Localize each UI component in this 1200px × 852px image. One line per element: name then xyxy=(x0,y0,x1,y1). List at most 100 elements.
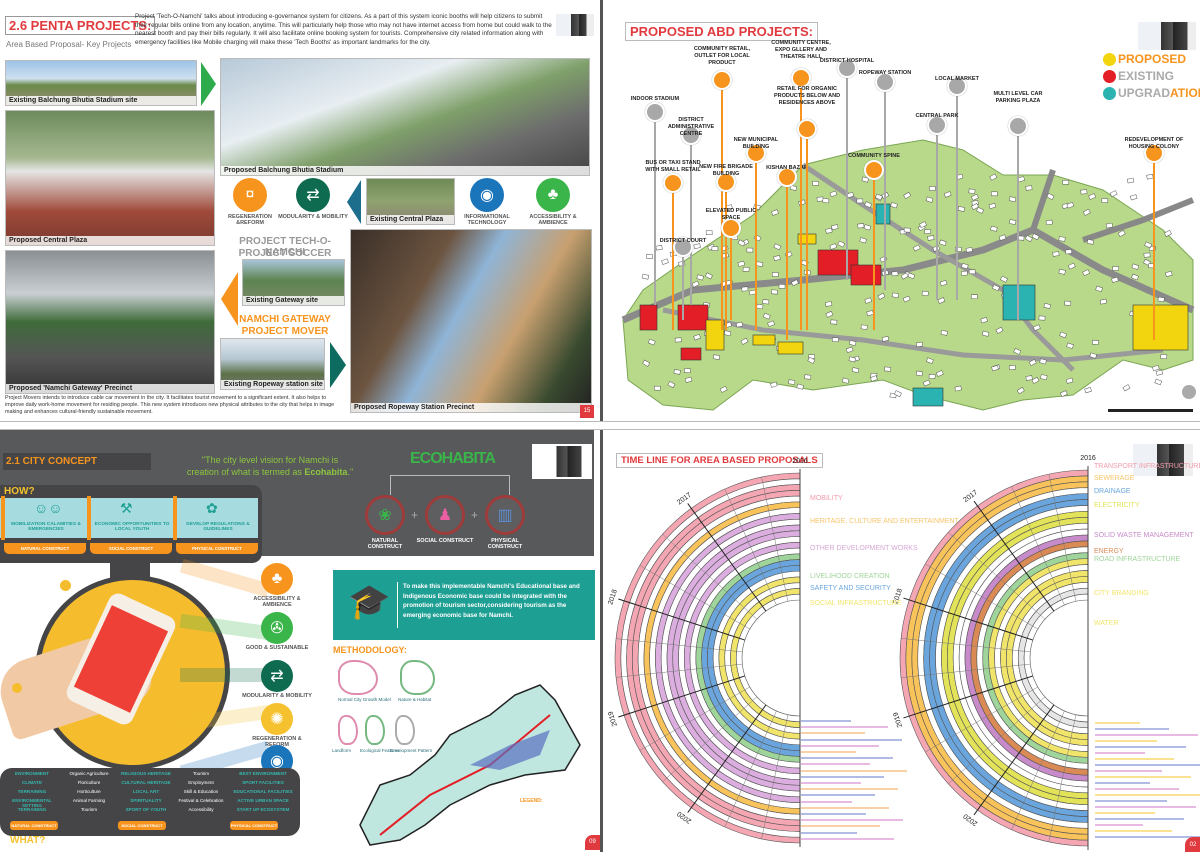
task-line xyxy=(801,831,857,834)
timeline-category: HERITAGE, CULTURE AND ENTERTAINMENT xyxy=(810,518,959,525)
building xyxy=(788,379,796,385)
building xyxy=(860,324,868,330)
what-item: Tourism xyxy=(192,771,210,776)
pin-line xyxy=(682,247,684,320)
plus-icon: + xyxy=(471,508,479,522)
task-line xyxy=(1095,758,1174,760)
photo-proposed-stadium: Proposed Balchung Bhutia Stadium xyxy=(220,58,590,176)
building xyxy=(746,247,754,253)
icon-label: ACCESSIBILITY & AMBIENCE xyxy=(253,596,301,608)
pin-line xyxy=(725,182,727,330)
what-item: SPIRITUALITY xyxy=(130,798,162,803)
timeline-category: SAFETY AND SECURITY xyxy=(810,585,891,592)
methodology-heading: METHODOLOGY: xyxy=(333,645,407,655)
building xyxy=(924,229,931,234)
tree-connector xyxy=(390,475,510,495)
building xyxy=(960,270,968,276)
what-item: Animal Farming xyxy=(72,798,106,803)
building xyxy=(1105,222,1113,229)
gear-icon: ✺ xyxy=(261,703,293,735)
map-pin-icon[interactable] xyxy=(864,160,884,180)
pin-label: KISHAN BAZAR xyxy=(766,165,808,171)
building xyxy=(965,247,973,253)
task-line xyxy=(801,813,866,815)
building xyxy=(957,206,965,212)
arrow-right-icon xyxy=(330,342,346,388)
task-line xyxy=(1095,740,1157,742)
landuse-block xyxy=(680,347,702,361)
building xyxy=(1122,384,1131,392)
logo xyxy=(532,444,592,479)
icon-label: INFORMATIONAL TECHNOLOGY xyxy=(464,214,510,226)
page-number: 02 xyxy=(1185,837,1200,852)
icon-label: ACCESSIBILITY & AMBIENCE xyxy=(529,214,577,226)
task-line xyxy=(1095,728,1169,730)
task-line xyxy=(801,782,861,784)
separator xyxy=(173,496,177,540)
building xyxy=(804,374,812,380)
pin-line xyxy=(721,80,723,330)
task-line xyxy=(1095,830,1172,832)
building xyxy=(1143,252,1151,258)
city-concept-page: 2.1 CITY CONCEPT "The city level vision … xyxy=(0,430,600,852)
task-line xyxy=(801,825,880,828)
construct-label: SOCIAL CONSTRUCT xyxy=(416,538,474,544)
what-tab[interactable]: NATURAL CONSTRUCT xyxy=(10,821,58,830)
pin-line xyxy=(755,153,757,330)
map-pin-icon[interactable] xyxy=(1008,116,1028,136)
what-item: EDUCATIONAL FACILITIES xyxy=(233,789,293,794)
year-label: 2019 xyxy=(892,711,904,728)
what-item: Skill & Education xyxy=(183,789,219,794)
building xyxy=(1045,219,1053,226)
map-pin-icon[interactable] xyxy=(663,173,683,193)
pin-label: MULTI LEVEL CAR PARKING PLAZA xyxy=(993,91,1043,104)
caption: Existing Gateway site xyxy=(243,296,344,305)
timeline-category: MOBILITY xyxy=(810,495,843,502)
task-line xyxy=(1095,806,1196,808)
building xyxy=(1157,296,1165,303)
quote-emphasis: Ecohabita xyxy=(304,467,348,477)
year-label: 2016 xyxy=(792,458,808,465)
building xyxy=(921,290,929,297)
landuse-block xyxy=(912,387,944,407)
abd-projects-page: PROPOSED ABD PROJECTS: PROPOSED EXISTING U… xyxy=(603,0,1200,421)
task-line xyxy=(1095,782,1150,784)
horizontal-divider xyxy=(0,421,1200,430)
icon-label: REGENERATION &REFORM xyxy=(228,214,272,226)
pin-line xyxy=(806,129,808,330)
photo-existing-stadium: Existing Balchung Bhutia Stadium site xyxy=(5,60,197,106)
task-line xyxy=(1095,752,1145,754)
building xyxy=(756,303,764,310)
how-tab[interactable]: PHYSICAL CONSTRUCT xyxy=(176,543,258,554)
building xyxy=(856,198,864,204)
pin-label: ROPEWAY STATION xyxy=(858,70,912,76)
task-line xyxy=(1095,722,1140,724)
what-item: SPORT OF YOUTH xyxy=(125,807,167,812)
building xyxy=(927,235,935,241)
year-label: 2017 xyxy=(676,492,693,507)
what-tab[interactable]: PHYSICAL CONSTRUCT xyxy=(230,821,278,830)
building xyxy=(762,299,770,305)
how-tab[interactable]: NATURAL CONSTRUCT xyxy=(4,543,86,554)
page-number: 09 xyxy=(585,835,600,850)
pin-line xyxy=(1153,153,1155,340)
quote-end: ." xyxy=(347,467,354,477)
map-pin-icon[interactable] xyxy=(797,119,817,139)
map-pin-icon[interactable] xyxy=(791,68,811,88)
timeline-category: OTHER DEVELOPMENT WORKS xyxy=(810,545,918,552)
pin-label: ELEVATED PUBLIC SPACE xyxy=(705,208,757,221)
year-label: 2019 xyxy=(607,710,619,727)
how-tab[interactable]: SOCIAL CONSTRUCT xyxy=(90,543,172,554)
map-pin-icon[interactable] xyxy=(712,70,732,90)
task-line xyxy=(1095,746,1186,748)
what-tab[interactable]: SOCIAL CONSTRUCT xyxy=(118,821,166,830)
what-item: CULTURAL HERITAGE xyxy=(121,780,171,785)
building xyxy=(654,385,661,391)
wifi-icon: ◉ xyxy=(470,178,504,212)
buildings-icon: ▥ xyxy=(485,495,525,535)
what-item: SPORT FACILITIES xyxy=(242,780,284,785)
page-title: 2.1 CITY CONCEPT xyxy=(3,453,151,470)
what-item: ENVIRONMENT xyxy=(15,771,49,776)
what-item: Tourism xyxy=(80,807,98,812)
photo-proposed-plaza: Proposed Central Plaza xyxy=(5,110,215,246)
